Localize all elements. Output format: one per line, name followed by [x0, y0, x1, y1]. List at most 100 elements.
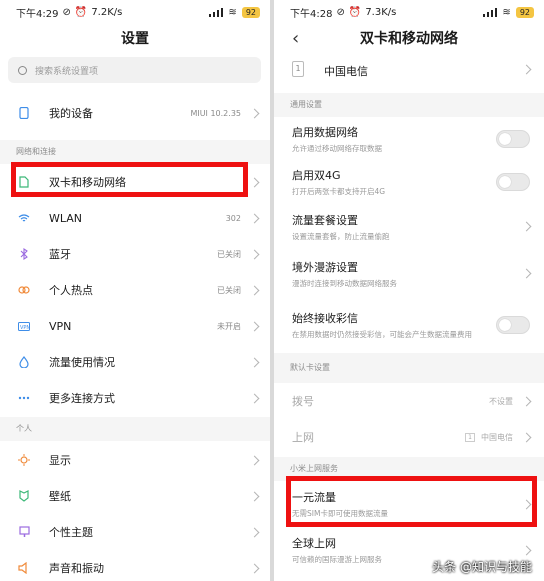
chevron-right-icon: [249, 393, 260, 403]
personal-item[interactable]: 显示: [0, 442, 270, 478]
general-setting-item[interactable]: 启用数据网络允许通过移动网络存取数据: [274, 117, 544, 160]
network-item[interactable]: 蓝牙 已关闭: [0, 236, 270, 272]
setting-description: 允许通过移动网络存取数据: [292, 143, 382, 153]
mute-icon: ⊘: [62, 6, 71, 18]
setting-value: 不设置: [489, 396, 513, 406]
setting-title: 拨号: [292, 395, 314, 408]
section-general: 通用设置: [274, 93, 544, 117]
bluetooth-icon: [18, 248, 30, 260]
chevron-right-icon: [521, 221, 532, 232]
chevron-right-icon: [521, 545, 532, 555]
personal-label: 声音和振动: [49, 562, 104, 575]
status-bar: 下午4:29 ⊘ ⏰ 7.2K/s ≋ 92: [0, 0, 270, 24]
phone-icon: [18, 107, 30, 119]
chevron-right-icon: [521, 268, 532, 279]
network-item[interactable]: 更多连接方式: [0, 380, 270, 416]
network-value: 302: [225, 213, 241, 223]
my-device-value: MIUI 10.2.35: [190, 108, 241, 118]
network-label: 蓝牙: [49, 248, 71, 261]
network-item[interactable]: VPN VPN 未开启: [0, 308, 270, 344]
toggle-switch[interactable]: [496, 316, 530, 334]
network-speed: 7.3K/s: [365, 6, 397, 18]
personal-item[interactable]: 声音和振动: [0, 550, 270, 581]
chevron-right-icon: [249, 249, 260, 259]
my-device-label: 我的设备: [49, 107, 93, 120]
chevron-right-icon: [249, 527, 260, 537]
vpn-icon: VPN: [18, 320, 30, 332]
chevron-right-icon: [249, 455, 260, 465]
setting-title: 全球上网: [292, 537, 336, 550]
general-setting-item[interactable]: 启用双4G 打开后两张卡都支持开启4G: [274, 160, 544, 203]
wifi-status-icon: ≋: [228, 6, 237, 18]
setting-title: 始终接收彩信: [292, 312, 358, 325]
setting-title: 流量套餐设置: [292, 213, 358, 227]
hotspot-icon: [18, 284, 30, 296]
network-speed: 7.2K/s: [91, 6, 123, 18]
back-icon[interactable]: ‹: [292, 24, 299, 54]
status-bar: 下午4:28 ⊘ ⏰ 7.3K/s ≋ 92: [274, 0, 544, 24]
network-label: 更多连接方式: [49, 392, 115, 405]
setting-title: 启用双4G: [292, 168, 341, 182]
wallpaper-icon: [18, 490, 30, 502]
network-item[interactable]: 个人热点 已关闭: [0, 272, 270, 308]
search-input[interactable]: 搜索系统设置项: [8, 57, 261, 83]
chevron-right-icon: [521, 432, 532, 442]
setting-description: 漫游时连接到移动数据网络服务: [292, 278, 397, 288]
sim-card-item[interactable]: 1 中国电信: [274, 54, 544, 84]
network-label: 流量使用情况: [49, 356, 115, 369]
setting-title: 境外漫游设置: [292, 260, 358, 274]
sim-badge-icon: 1: [465, 432, 475, 442]
setting-description: 打开后两张卡都支持开启4G: [292, 186, 386, 196]
chevron-right-icon: [249, 177, 260, 187]
setting-title: 上网: [292, 431, 314, 444]
battery-badge: 92: [241, 6, 260, 18]
network-item[interactable]: 流量使用情况: [0, 344, 270, 380]
settings-screen: 下午4:29 ⊘ ⏰ 7.2K/s ≋ 92 设置 搜索系统设置项 我的设备 M…: [0, 0, 270, 581]
default-card-item[interactable]: 拨号 不设置: [274, 383, 544, 419]
chevron-right-icon: [249, 108, 260, 118]
chevron-right-icon: [249, 563, 260, 573]
search-placeholder: 搜索系统设置项: [35, 66, 99, 77]
signal-icon: [209, 7, 224, 17]
chevron-right-icon: [249, 213, 260, 223]
setting-value: 中国电信: [481, 432, 513, 442]
personal-label: 显示: [49, 454, 71, 467]
toggle-switch[interactable]: [496, 129, 530, 148]
toggle-switch[interactable]: [496, 172, 530, 191]
section-network: 网络和连接: [0, 140, 270, 164]
chevron-right-icon: [521, 64, 532, 74]
search-icon: [18, 65, 27, 75]
general-setting-item[interactable]: 始终接收彩信在禁用数据时仍然接受彩信，可能会产生数据流量费用: [274, 297, 544, 353]
network-value: 未开启: [217, 321, 241, 331]
wifi-status-icon: ≋: [502, 6, 511, 18]
network-item[interactable]: WLAN 302: [0, 200, 270, 236]
network-value: 已关闭: [217, 249, 241, 259]
page-title: 设置: [121, 31, 149, 47]
default-card-item[interactable]: 上网 1 中国电信: [274, 419, 544, 455]
network-label: VPN: [49, 319, 72, 333]
network-label: WLAN: [49, 211, 83, 225]
data-usage-icon: [18, 356, 30, 368]
watermark: 头条 @知识与技能: [432, 560, 532, 574]
personal-item[interactable]: 壁纸: [0, 478, 270, 514]
chevron-right-icon: [521, 396, 532, 406]
personal-label: 个性主题: [49, 526, 93, 539]
battery-badge: 92: [515, 6, 534, 18]
general-setting-item[interactable]: 流量套餐设置设置流量套餐，防止流量偷跑: [274, 203, 544, 250]
my-device-item[interactable]: 我的设备 MIUI 10.2.35: [0, 95, 270, 131]
personal-item[interactable]: 个性主题: [0, 514, 270, 550]
personal-label: 壁纸: [49, 490, 71, 503]
chevron-right-icon: [249, 285, 260, 295]
mute-icon: ⊘: [336, 6, 345, 18]
alarm-icon: ⏰: [74, 6, 88, 18]
sound-icon: [18, 562, 30, 574]
setting-description: 设置流量套餐，防止流量偷跑: [292, 231, 390, 241]
setting-description: 在禁用数据时仍然接受彩信，可能会产生数据流量费用: [292, 330, 472, 339]
general-setting-item[interactable]: 境外漫游设置漫游时连接到移动数据网络服务: [274, 250, 544, 297]
wifi-icon: [18, 212, 30, 224]
setting-title: 启用数据网络: [292, 125, 358, 139]
section-default: 默认卡设置: [274, 353, 544, 383]
dual-sim-screen: 下午4:28 ⊘ ⏰ 7.3K/s ≋ 92 ‹ 双卡和移动网络 1 中国电信 …: [274, 0, 544, 581]
status-time: 下午4:29: [16, 8, 59, 20]
section-personal: 个人: [0, 417, 270, 441]
